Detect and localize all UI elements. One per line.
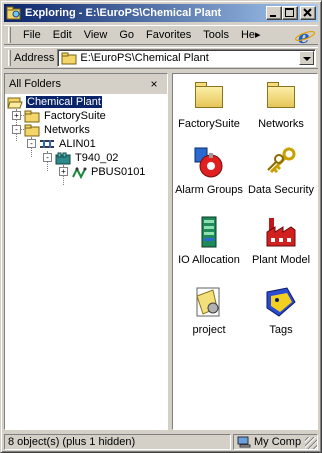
controller-icon bbox=[55, 152, 71, 165]
maximize-button[interactable] bbox=[282, 6, 298, 20]
menu-bar: File Edit View Go Favorites Tools He▸ e bbox=[4, 25, 318, 48]
status-bar: 8 object(s) (plus 1 hidden) My Comp bbox=[4, 433, 318, 450]
address-dropdown-button[interactable] bbox=[299, 51, 314, 65]
tree-item-chemical-plant[interactable]: Chemical Plant bbox=[7, 95, 102, 109]
menu-view[interactable]: View bbox=[78, 27, 114, 43]
item-label: project bbox=[192, 324, 226, 336]
expand-icon[interactable]: + bbox=[59, 167, 68, 176]
menu-tools[interactable]: Tools bbox=[197, 27, 235, 43]
tree-item-label: Networks bbox=[44, 124, 90, 136]
explorer-window: Exploring - E:\EuroPS\Chemical Plant Fil… bbox=[0, 0, 322, 453]
address-grip[interactable] bbox=[8, 50, 11, 66]
menu-edit[interactable]: Edit bbox=[47, 27, 78, 43]
tree-item-pbus0101[interactable]: PBUS0101 bbox=[71, 165, 146, 179]
io-module-icon bbox=[193, 216, 225, 248]
collapse-icon[interactable]: - bbox=[43, 153, 52, 162]
address-bar: Address E:\EuroPS\Chemical Plant bbox=[4, 47, 318, 69]
tree-item-label: PBUS0101 bbox=[91, 166, 146, 178]
item-plant-model[interactable]: Plant Model bbox=[245, 216, 317, 266]
project-icon bbox=[193, 286, 225, 318]
tree-item-label: Chemical Plant bbox=[26, 96, 102, 108]
alarm-icon bbox=[193, 146, 225, 178]
contents-pane: FactorySuite Networks Alarm Groups Data … bbox=[172, 73, 318, 430]
network-icon bbox=[39, 138, 55, 151]
tree-item-alin01[interactable]: ALIN01 bbox=[39, 137, 97, 151]
item-label: FactorySuite bbox=[178, 118, 240, 130]
close-icon[interactable]: × bbox=[147, 77, 161, 91]
menu-go[interactable]: Go bbox=[113, 27, 140, 43]
ie-logo-icon: e bbox=[294, 27, 316, 48]
factory-icon bbox=[265, 216, 297, 248]
folder-icon bbox=[24, 110, 40, 123]
item-factorysuite[interactable]: FactorySuite bbox=[173, 80, 245, 130]
tags-icon bbox=[265, 286, 297, 318]
collapse-icon[interactable]: - bbox=[27, 139, 36, 148]
folder-icon bbox=[265, 80, 297, 112]
menu-favorites[interactable]: Favorites bbox=[140, 27, 197, 43]
title-bar[interactable]: Exploring - E:\EuroPS\Chemical Plant bbox=[4, 4, 318, 22]
close-button[interactable] bbox=[300, 6, 316, 20]
folder-icon bbox=[61, 52, 77, 65]
folder-pane-title: All Folders bbox=[9, 78, 61, 90]
tree-item-factorysuite[interactable]: FactorySuite bbox=[24, 109, 107, 123]
menu-file[interactable]: File bbox=[17, 27, 47, 43]
minimize-button[interactable] bbox=[266, 6, 282, 20]
explorer-app-icon bbox=[6, 6, 22, 20]
keys-icon bbox=[265, 146, 297, 178]
address-value: E:\EuroPS\Chemical Plant bbox=[80, 52, 209, 64]
item-label: Plant Model bbox=[251, 254, 311, 266]
tree-item-label: ALIN01 bbox=[59, 138, 96, 150]
item-networks[interactable]: Networks bbox=[245, 80, 317, 130]
address-input[interactable]: E:\EuroPS\Chemical Plant bbox=[57, 49, 316, 67]
item-io-allocation[interactable]: IO Allocation bbox=[173, 216, 245, 266]
item-label: Data Security bbox=[247, 184, 315, 196]
tree-item-t940-02[interactable]: T940_02 bbox=[55, 151, 119, 165]
expand-icon[interactable]: + bbox=[12, 111, 21, 120]
resize-grip[interactable] bbox=[305, 437, 317, 449]
address-label: Address bbox=[14, 52, 55, 64]
svg-text:e: e bbox=[298, 27, 309, 45]
folder-icon bbox=[193, 80, 225, 112]
bus-icon bbox=[71, 166, 87, 179]
folder-pane-header: All Folders × bbox=[5, 74, 167, 94]
item-label: Networks bbox=[258, 118, 304, 130]
open-folder-icon bbox=[7, 96, 23, 109]
tree-item-label: FactorySuite bbox=[44, 110, 106, 122]
folder-tree: Chemical Plant + FactorySuite - Networks… bbox=[5, 94, 167, 429]
menu-help[interactable]: He▸ bbox=[235, 27, 267, 43]
status-object-count: 8 object(s) (plus 1 hidden) bbox=[4, 433, 231, 450]
item-alarm-groups[interactable]: Alarm Groups bbox=[173, 146, 245, 196]
tree-item-label: T940_02 bbox=[75, 152, 119, 164]
folder-pane: All Folders × Chemical Plant + FactorySu… bbox=[4, 73, 168, 430]
collapse-icon[interactable]: - bbox=[12, 125, 21, 134]
status-location-label: My Comp bbox=[254, 435, 302, 448]
item-tags[interactable]: Tags bbox=[245, 286, 317, 336]
folder-icon bbox=[24, 124, 40, 137]
item-project[interactable]: project bbox=[173, 286, 245, 336]
item-label: Alarm Groups bbox=[175, 184, 243, 196]
item-label: Tags bbox=[269, 324, 293, 336]
toolbar-grip[interactable] bbox=[8, 27, 11, 43]
tree-item-networks[interactable]: Networks bbox=[24, 123, 91, 137]
window-title: Exploring - E:\EuroPS\Chemical Plant bbox=[25, 7, 222, 19]
item-label: IO Allocation bbox=[178, 254, 240, 266]
my-computer-icon bbox=[237, 436, 251, 448]
item-data-security[interactable]: Data Security bbox=[245, 146, 317, 196]
